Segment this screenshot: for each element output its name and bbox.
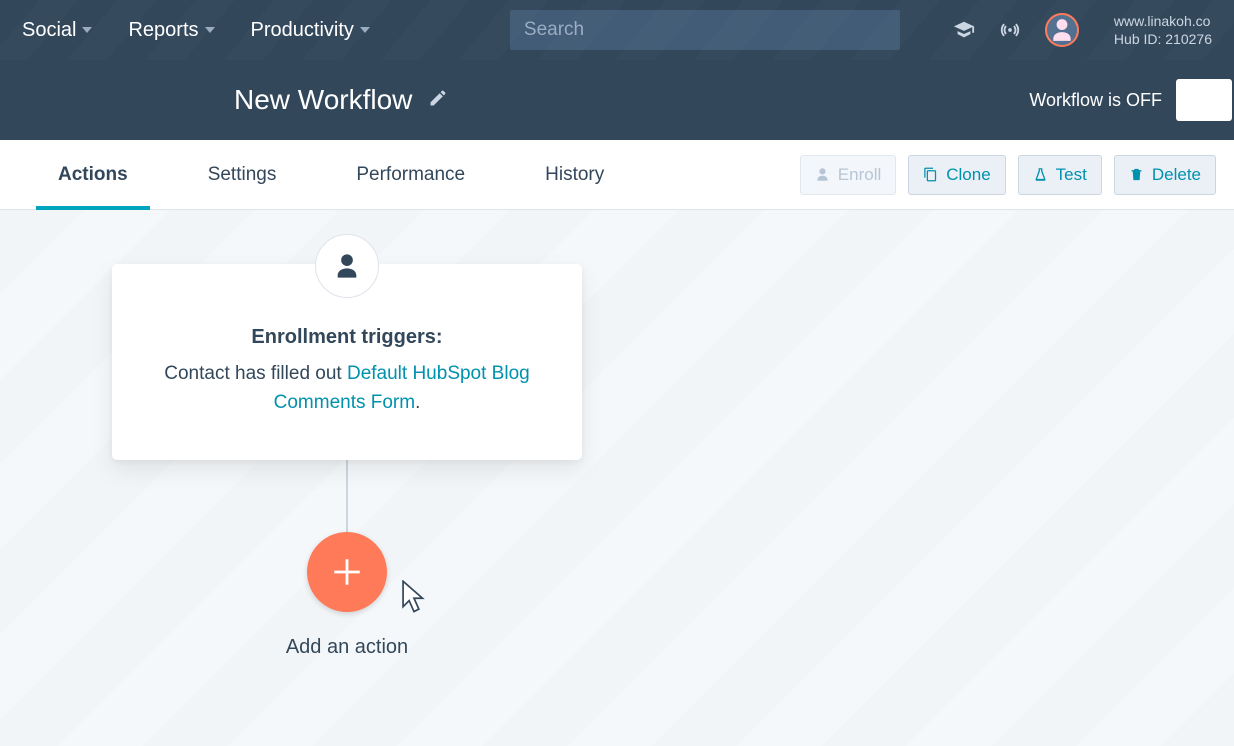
action-buttons: Enroll Clone Test Delete bbox=[800, 155, 1216, 195]
workflow-column: Enrollment triggers: Contact has filled … bbox=[112, 264, 582, 659]
workflow-header: New Workflow Workflow is OFF bbox=[0, 60, 1234, 140]
tab-settings[interactable]: Settings bbox=[198, 142, 287, 208]
trigger-suffix: . bbox=[415, 392, 420, 413]
chevron-down-icon bbox=[360, 27, 370, 33]
clone-label: Clone bbox=[946, 165, 990, 185]
trigger-title: Enrollment triggers: bbox=[150, 326, 544, 349]
search-wrap bbox=[510, 10, 900, 50]
connector-line bbox=[346, 460, 348, 532]
workflow-title: New Workflow bbox=[234, 84, 412, 116]
nav-social-label: Social bbox=[22, 19, 76, 42]
test-label: Test bbox=[1056, 165, 1087, 185]
workflow-canvas[interactable]: Enrollment triggers: Contact has filled … bbox=[0, 210, 1234, 746]
top-menu: Social Reports Productivity bbox=[22, 19, 370, 42]
nav-productivity-label: Productivity bbox=[251, 19, 354, 42]
top-right-icons: www.linakoh.co Hub ID: 210276 bbox=[953, 12, 1212, 48]
trigger-prefix: Contact has filled out bbox=[164, 363, 347, 384]
tab-bar: Actions Settings Performance History Enr… bbox=[0, 140, 1234, 210]
nav-reports[interactable]: Reports bbox=[128, 19, 214, 42]
tab-history[interactable]: History bbox=[535, 142, 614, 208]
enroll-button: Enroll bbox=[800, 155, 896, 195]
tab-actions[interactable]: Actions bbox=[48, 142, 138, 208]
tabs: Actions Settings Performance History bbox=[48, 142, 614, 208]
plus-icon bbox=[330, 555, 364, 589]
trigger-text: Contact has filled out Default HubSpot B… bbox=[150, 359, 544, 418]
delete-button[interactable]: Delete bbox=[1114, 155, 1216, 195]
chevron-down-icon bbox=[82, 27, 92, 33]
hubid-label: Hub ID: 210276 bbox=[1114, 30, 1212, 48]
workflow-status-wrap: Workflow is OFF bbox=[1029, 79, 1234, 121]
enroll-label: Enroll bbox=[838, 165, 881, 185]
pencil-icon bbox=[428, 88, 448, 108]
search-input[interactable] bbox=[510, 10, 900, 50]
site-label: www.linakoh.co bbox=[1114, 12, 1212, 30]
nav-productivity[interactable]: Productivity bbox=[251, 19, 370, 42]
trash-icon bbox=[1129, 167, 1144, 182]
edit-title-button[interactable] bbox=[428, 88, 448, 113]
delete-label: Delete bbox=[1152, 165, 1201, 185]
tab-performance[interactable]: Performance bbox=[346, 142, 475, 208]
enrollment-trigger-card[interactable]: Enrollment triggers: Contact has filled … bbox=[112, 264, 582, 460]
test-button[interactable]: Test bbox=[1018, 155, 1102, 195]
clone-icon bbox=[923, 167, 938, 182]
flask-icon bbox=[1033, 167, 1048, 182]
person-icon bbox=[333, 252, 361, 280]
nav-reports-label: Reports bbox=[128, 19, 198, 42]
enroll-icon bbox=[815, 167, 830, 182]
hub-info[interactable]: www.linakoh.co Hub ID: 210276 bbox=[1103, 12, 1212, 48]
workflow-toggle[interactable] bbox=[1176, 79, 1232, 121]
trigger-badge bbox=[315, 234, 379, 298]
nav-social[interactable]: Social bbox=[22, 19, 92, 42]
avatar[interactable] bbox=[1045, 13, 1079, 47]
add-action-label: Add an action bbox=[286, 636, 408, 659]
add-action-button[interactable] bbox=[307, 532, 387, 612]
clone-button[interactable]: Clone bbox=[908, 155, 1005, 195]
cursor-icon bbox=[397, 580, 415, 604]
top-nav: Social Reports Productivity www.linakoh.… bbox=[0, 0, 1234, 60]
workflow-status: Workflow is OFF bbox=[1029, 90, 1162, 111]
chevron-down-icon bbox=[205, 27, 215, 33]
academy-icon[interactable] bbox=[953, 19, 975, 41]
broadcast-icon[interactable] bbox=[999, 19, 1021, 41]
